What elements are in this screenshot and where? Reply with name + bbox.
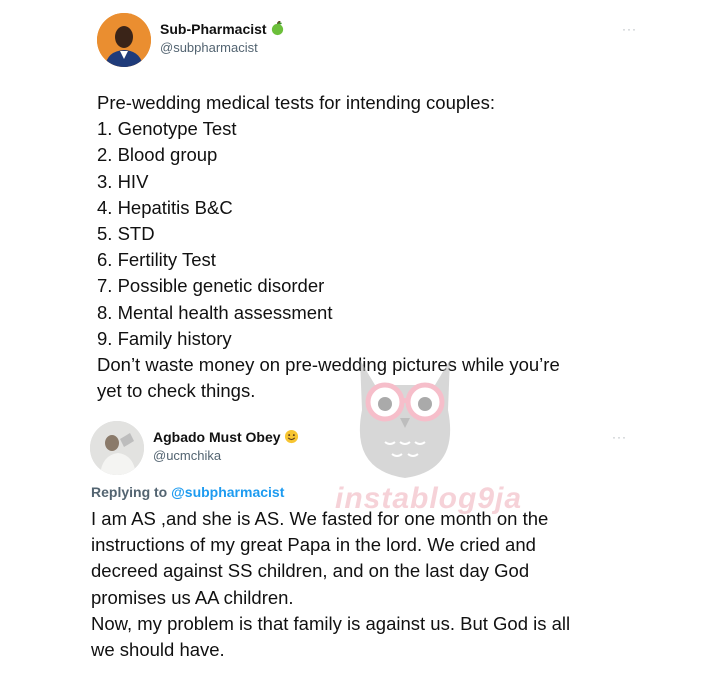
- reply-author-name-text: Agbado Must Obey: [153, 429, 281, 445]
- tweet-line: 6. Fertility Test: [97, 249, 216, 271]
- tweet-line: 5. STD: [97, 222, 155, 244]
- tweet-line: 1. Genotype Test: [97, 118, 237, 140]
- reply-line: we should have.: [91, 638, 225, 660]
- tweet-line: Don’t waste money on pre-wedding picture…: [97, 353, 560, 375]
- tweet-line: 7. Possible genetic disorder: [97, 275, 325, 297]
- tweet-line: 4. Hepatitis B&C: [97, 196, 233, 218]
- reply-line: instructions of my great Papa in the lor…: [91, 534, 536, 556]
- avatar-photo: [90, 421, 144, 475]
- tweet-line: 2. Blood group: [97, 144, 218, 166]
- replying-to: Replying to @subpharmacist: [91, 484, 284, 500]
- author-avatar[interactable]: [97, 13, 151, 67]
- more-options-icon[interactable]: ···: [612, 430, 627, 444]
- tweet-line: yet to check things.: [97, 380, 256, 402]
- author-handle[interactable]: @subpharmacist: [160, 40, 258, 55]
- reply-line: decreed against SS children, and on the …: [91, 560, 530, 582]
- reply-line: Now, my problem is that family is agains…: [91, 612, 571, 634]
- avatar-photo: [97, 13, 151, 67]
- reply-author-handle[interactable]: @ucmchika: [153, 448, 221, 463]
- more-options-icon[interactable]: ···: [622, 22, 637, 36]
- tweet-line: 3. HIV: [97, 170, 149, 192]
- reply-body: I am AS ,and she is AS. We fasted for on…: [91, 506, 570, 663]
- tweet-line: 8. Mental health assessment: [97, 301, 333, 323]
- green-apple-icon: [270, 21, 285, 39]
- replying-to-handle-link[interactable]: @subpharmacist: [171, 484, 284, 500]
- tweet-body: Pre-wedding medical tests for intending …: [97, 90, 560, 404]
- reply-line: promises us AA children.: [91, 586, 294, 608]
- reply-author-avatar[interactable]: [90, 421, 144, 475]
- tweet-line: 9. Family history: [97, 327, 232, 349]
- reply-line: I am AS ,and she is AS. We fasted for on…: [91, 508, 549, 529]
- smiling-face-icon: [284, 429, 299, 447]
- tweet-line: Pre-wedding medical tests for intending …: [97, 92, 495, 113]
- author-name-text: Sub-Pharmacist: [160, 21, 267, 37]
- author-name[interactable]: Sub-Pharmacist: [160, 21, 285, 39]
- reply-author-name[interactable]: Agbado Must Obey: [153, 429, 299, 447]
- replying-to-prefix: Replying to: [91, 484, 168, 500]
